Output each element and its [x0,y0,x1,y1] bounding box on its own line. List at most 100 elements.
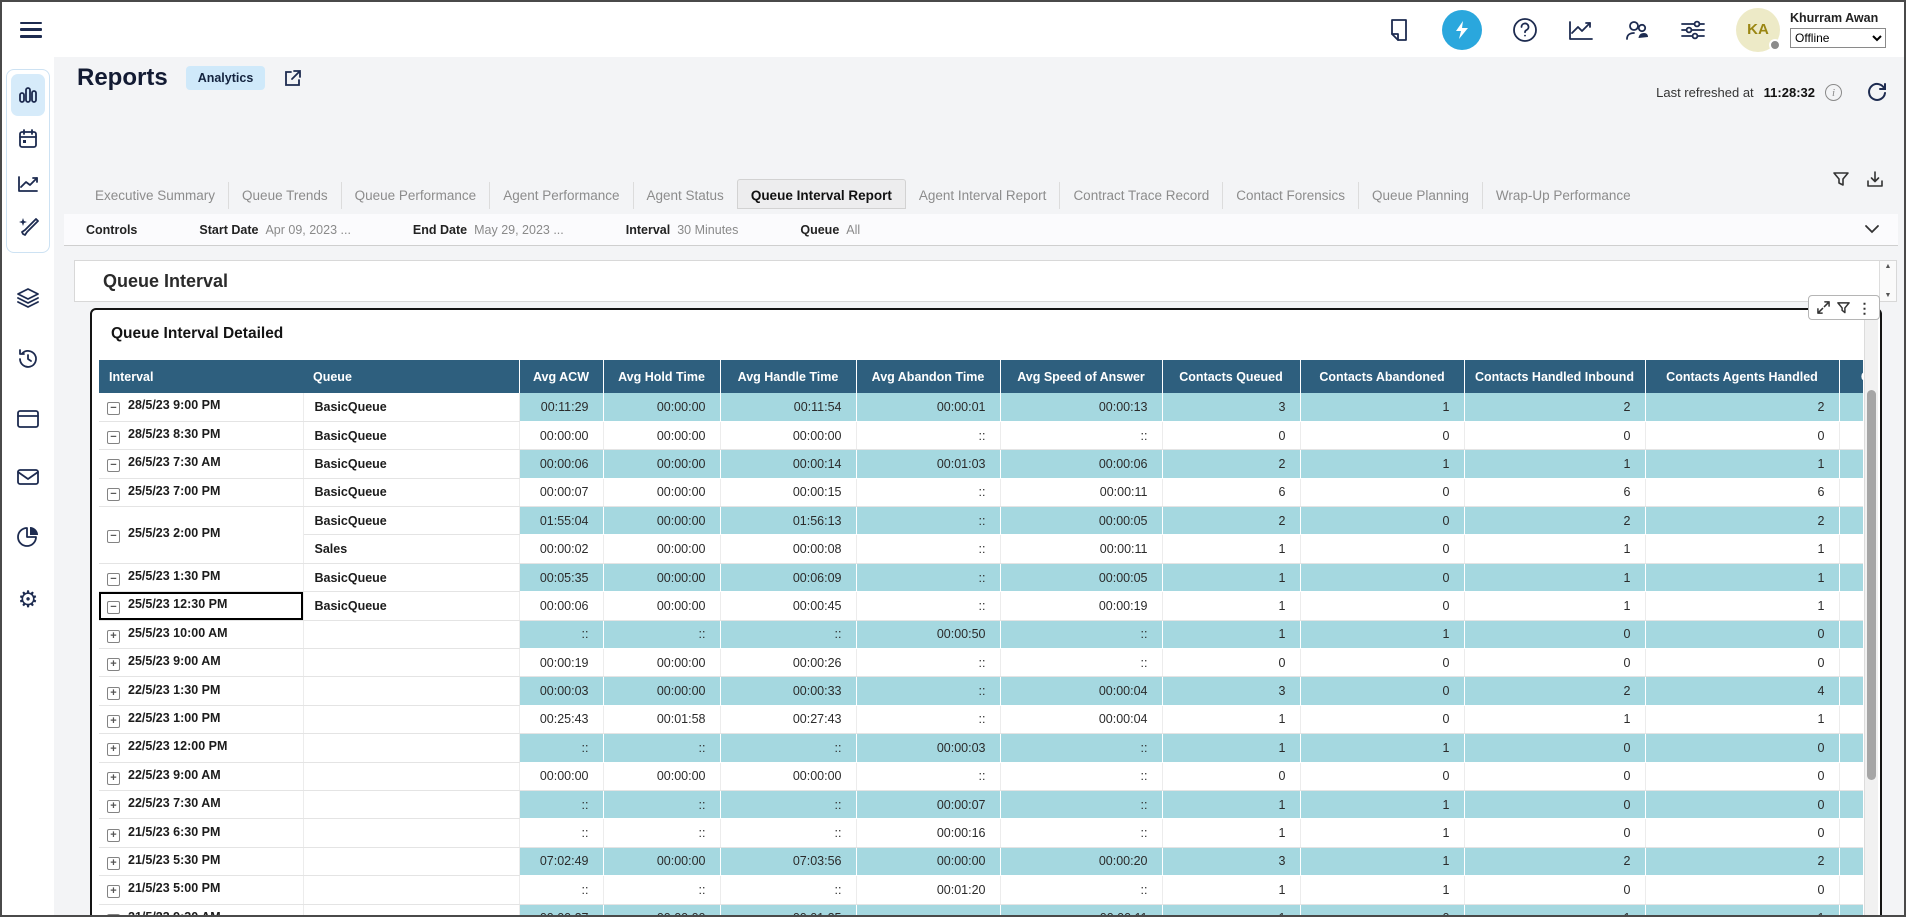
sidebar-item-analytics-pie[interactable] [16,525,40,554]
expand-toggle[interactable]: + [107,630,120,643]
interval-cell[interactable]: −26/5/23 7:30 AM [99,450,303,478]
control-end-date[interactable]: End Date May 29, 2023 ... [413,223,564,237]
queue-cell [303,705,519,733]
settings-sliders-icon[interactable] [1680,17,1706,43]
interval-cell[interactable]: −25/5/23 7:00 PM [99,478,303,506]
tab-wrap-up-performance[interactable]: Wrap-Up Performance [1482,182,1644,209]
clipped-cell [1839,677,1863,705]
panel-scrollbar[interactable]: ▲ ▼ [1879,261,1896,301]
tab-contact-forensics[interactable]: Contact Forensics [1222,182,1358,209]
tab-agent-performance[interactable]: Agent Performance [489,182,632,209]
expand-widget-icon[interactable] [1817,301,1830,314]
interval-cell[interactable]: +22/5/23 9:00 AM [99,762,303,790]
sidebar-item-mail[interactable] [16,468,40,491]
table-row: +22/5/23 1:00 PM00:25:4300:01:5800:27:43… [99,705,1863,733]
count-cell: 0 [1162,421,1300,449]
status-dot [1769,39,1781,51]
expand-toggle[interactable]: + [107,885,120,898]
table-body: −28/5/23 9:00 PMBasicQueue00:11:2900:00:… [99,393,1863,917]
controls-collapse-chevron-icon[interactable] [1864,223,1880,237]
collapse-toggle[interactable]: − [107,601,120,614]
interval-cell[interactable]: +21/5/23 5:30 PM [99,847,303,875]
interval-cell[interactable]: +22/5/23 12:00 PM [99,734,303,762]
expand-toggle[interactable]: + [107,829,120,842]
tab-executive-summary[interactable]: Executive Summary [82,182,228,209]
sidebar-item-schedule[interactable] [11,118,45,160]
lightning-icon[interactable] [1442,10,1482,50]
tab-contract-trace-record[interactable]: Contract Trace Record [1059,182,1222,209]
interval-cell[interactable]: −28/5/23 9:00 PM [99,393,303,421]
sidebar-item-dashboards[interactable] [11,162,45,204]
metric-cell: 00:00:00 [519,421,603,449]
tab-queue-interval-report[interactable]: Queue Interval Report [737,179,906,209]
tab-agent-interval-report[interactable]: Agent Interval Report [906,182,1060,209]
collapse-toggle[interactable]: − [107,431,120,444]
scroll-down-arrow-icon[interactable]: ▼ [1885,292,1892,299]
interval-cell[interactable]: −25/5/23 2:00 PM [99,507,303,564]
metric-cell: 00:11:29 [519,393,603,421]
users-icon[interactable] [1624,17,1650,43]
collapse-toggle[interactable]: − [107,402,120,415]
metric-cell: 00:00:00 [603,393,720,421]
sidebar-item-reports[interactable] [11,74,45,116]
interval-cell[interactable]: −28/5/23 8:30 PM [99,421,303,449]
controls-bar: Controls Start Date Apr 09, 2023 ... End… [64,214,1898,246]
filter-icon[interactable] [1832,170,1850,188]
interval-cell[interactable]: −25/5/23 1:30 PM [99,563,303,591]
collapse-toggle[interactable]: − [107,530,120,543]
interval-cell[interactable]: +21/5/23 6:30 PM [99,819,303,847]
tab-queue-performance[interactable]: Queue Performance [341,182,490,209]
help-icon[interactable] [1512,17,1538,43]
control-queue[interactable]: Queue All [800,223,860,237]
expand-toggle[interactable]: + [107,687,120,700]
collapse-toggle[interactable]: − [107,459,120,472]
expand-toggle[interactable]: + [107,800,120,813]
metric-cell: :: [603,819,720,847]
expand-toggle[interactable]: + [107,658,120,671]
sidebar-item-settings[interactable]: ⚙ [18,588,39,612]
external-link-icon[interactable] [283,68,303,88]
count-cell: 2 [1162,450,1300,478]
expand-toggle[interactable]: + [107,743,120,756]
metrics-chart-icon[interactable] [1568,17,1594,43]
expand-toggle[interactable]: + [107,772,120,785]
control-start-date[interactable]: Start Date Apr 09, 2023 ... [199,223,351,237]
tab-agent-status[interactable]: Agent Status [633,182,737,209]
interval-cell[interactable]: −25/5/23 12:30 PM [99,592,303,620]
interval-cell[interactable]: +22/5/23 1:00 PM [99,705,303,733]
kebab-menu-icon[interactable]: ⋮ [1858,301,1872,315]
control-interval[interactable]: Interval 30 Minutes [626,223,739,237]
clipped-cell [1839,620,1863,648]
bar-chart-icon [17,84,39,106]
download-icon[interactable] [1866,170,1884,188]
agent-status-select[interactable]: Offline [1790,28,1886,48]
interval-cell[interactable]: +25/5/23 9:00 AM [99,649,303,677]
interval-cell[interactable]: +25/5/23 10:00 AM [99,620,303,648]
refresh-icon[interactable] [1866,80,1888,105]
widget-filter-icon[interactable] [1837,301,1850,314]
table-vertical-scrollbar[interactable] [1864,312,1878,917]
collapse-toggle[interactable]: − [107,573,120,586]
interval-cell[interactable]: +21/5/23 9:30 AM [99,904,303,917]
tab-queue-trends[interactable]: Queue Trends [228,182,341,209]
interval-cell[interactable]: +22/5/23 1:30 PM [99,677,303,705]
scroll-up-arrow-icon[interactable]: ▲ [1885,263,1892,270]
sidebar-item-customize[interactable] [11,206,45,248]
sidebar-item-layers[interactable] [16,287,40,314]
tab-queue-planning[interactable]: Queue Planning [1358,182,1482,209]
collapse-toggle[interactable]: − [107,488,120,501]
hamburger-menu-icon[interactable] [20,22,42,38]
info-icon[interactable]: i [1825,84,1842,101]
avatar[interactable]: KA [1736,8,1780,52]
interval-cell[interactable]: +21/5/23 5:00 PM [99,876,303,904]
notes-document-icon[interactable] [1386,17,1412,43]
expand-toggle[interactable]: + [107,715,120,728]
metric-cell: 00:01:58 [603,705,720,733]
scrollbar-thumb[interactable] [1867,390,1876,780]
interval-cell[interactable]: +22/5/23 7:30 AM [99,790,303,818]
expand-toggle[interactable]: + [107,857,120,870]
count-cell: 0 [1300,677,1464,705]
queue-cell [303,762,519,790]
sidebar-item-history[interactable] [16,348,40,375]
sidebar-item-workspace[interactable] [16,409,40,434]
